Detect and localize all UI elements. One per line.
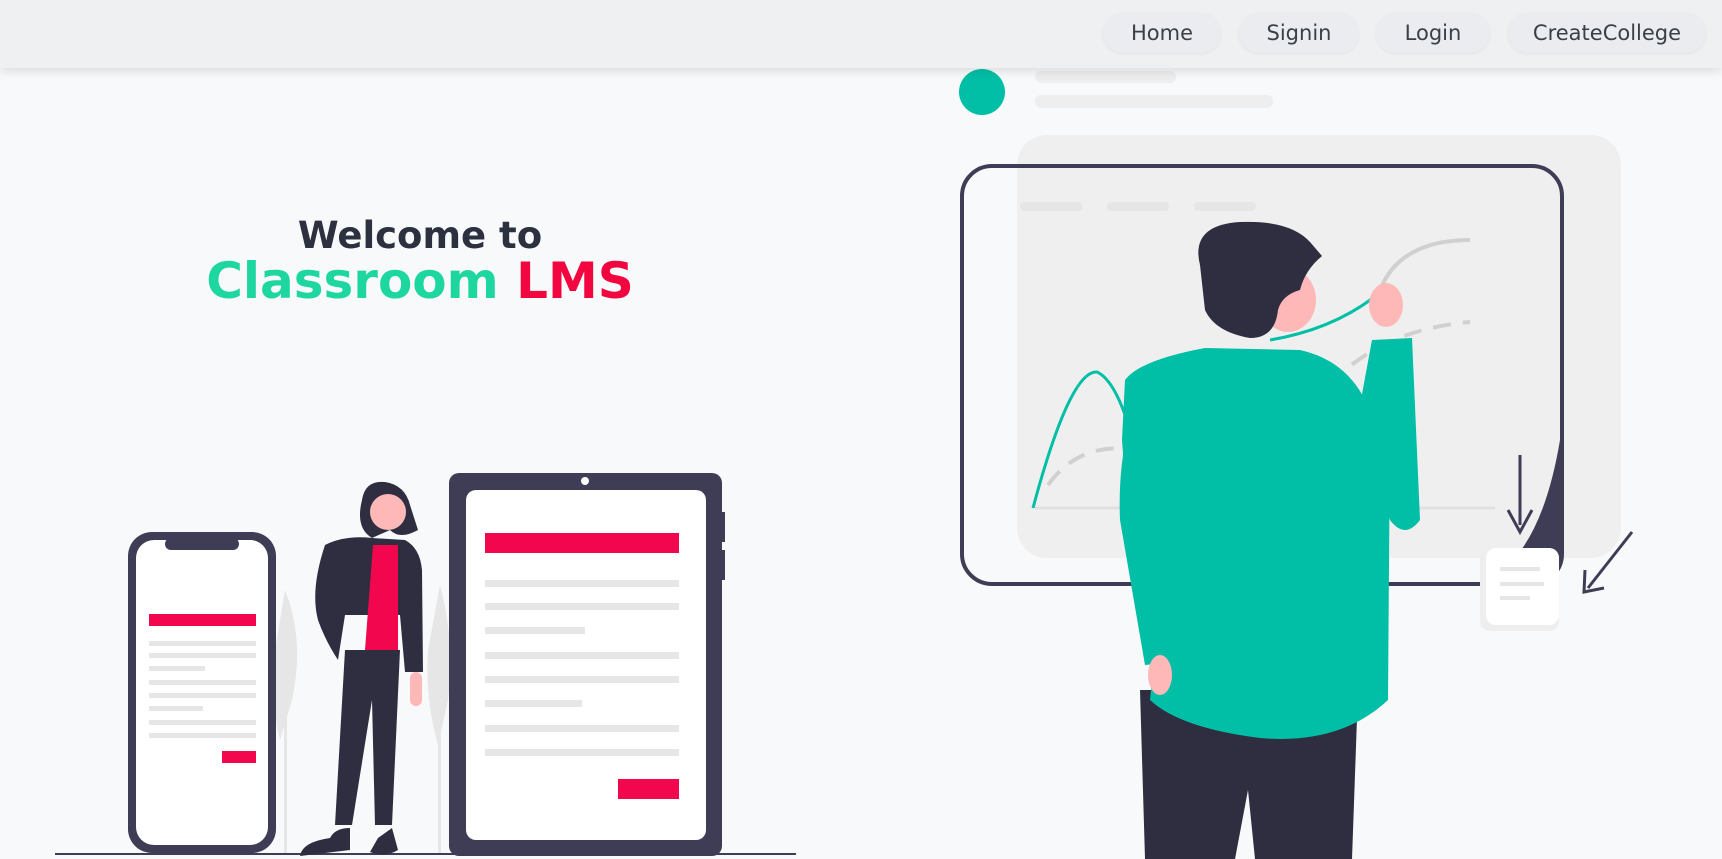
teacher-illustration (959, 69, 1634, 859)
nav-home-button[interactable]: Home (1103, 13, 1221, 53)
brand-part1: Classroom (206, 252, 499, 310)
avatar-dot (959, 69, 1005, 115)
brand-title: Classroom LMS (0, 252, 840, 310)
brand-part2: LMS (516, 252, 634, 310)
welcome-heading: Welcome to (297, 214, 543, 257)
woman-figure (300, 481, 423, 856)
navbar: Home Signin Login CreateCollege (0, 0, 1722, 68)
nav-login-button[interactable]: Login (1376, 13, 1490, 53)
devices-illustration (55, 473, 796, 856)
nav-signin-button[interactable]: Signin (1239, 13, 1359, 53)
nav-createcollege-button[interactable]: CreateCollege (1508, 13, 1706, 53)
